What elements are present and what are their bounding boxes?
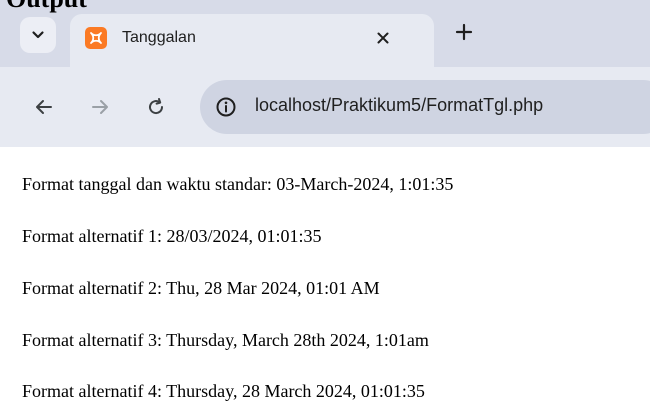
chevron-down-icon xyxy=(32,31,44,39)
arrow-right-icon xyxy=(92,100,108,114)
tab-tanggalan[interactable]: Tanggalan xyxy=(70,14,434,67)
format-standard-line: Format tanggal dan waktu standar: 03-Mar… xyxy=(22,174,454,194)
new-tab-button[interactable] xyxy=(447,15,481,49)
xampp-icon xyxy=(85,27,107,49)
browser-toolbar: localhost/Praktikum5/FormatTgl.php xyxy=(0,67,650,147)
format-alt-1-line: Format alternatif 1: 28/03/2024, 01:01:3… xyxy=(22,226,322,246)
reload-icon xyxy=(149,98,164,115)
tab-title: Tanggalan xyxy=(122,29,196,46)
format-alt-3-line: Format alternatif 3: Thursday, March 28t… xyxy=(22,330,429,350)
tab-close-button[interactable] xyxy=(370,25,396,51)
site-info-button[interactable] xyxy=(212,93,240,121)
address-bar[interactable]: localhost/Praktikum5/FormatTgl.php xyxy=(200,80,650,134)
output-caption: Output xyxy=(6,0,87,12)
page-content: Format tanggal dan waktu standar: 03-Mar… xyxy=(0,147,650,405)
back-button[interactable] xyxy=(27,90,61,124)
arrow-left-icon xyxy=(36,100,52,114)
format-alt-2-line: Format alternatif 2: Thu, 28 Mar 2024, 0… xyxy=(22,278,380,298)
url-text: localhost/Praktikum5/FormatTgl.php xyxy=(255,95,544,115)
tab-search-button[interactable] xyxy=(20,17,56,53)
plus-icon xyxy=(455,23,473,41)
info-icon xyxy=(216,97,236,117)
tab-strip: Tanggalan xyxy=(0,0,650,67)
format-alt-4-line: Format alternatif 4: Thursday, 28 March … xyxy=(22,381,425,401)
close-icon xyxy=(377,32,389,44)
reload-button[interactable] xyxy=(139,90,173,124)
forward-button[interactable] xyxy=(83,90,117,124)
